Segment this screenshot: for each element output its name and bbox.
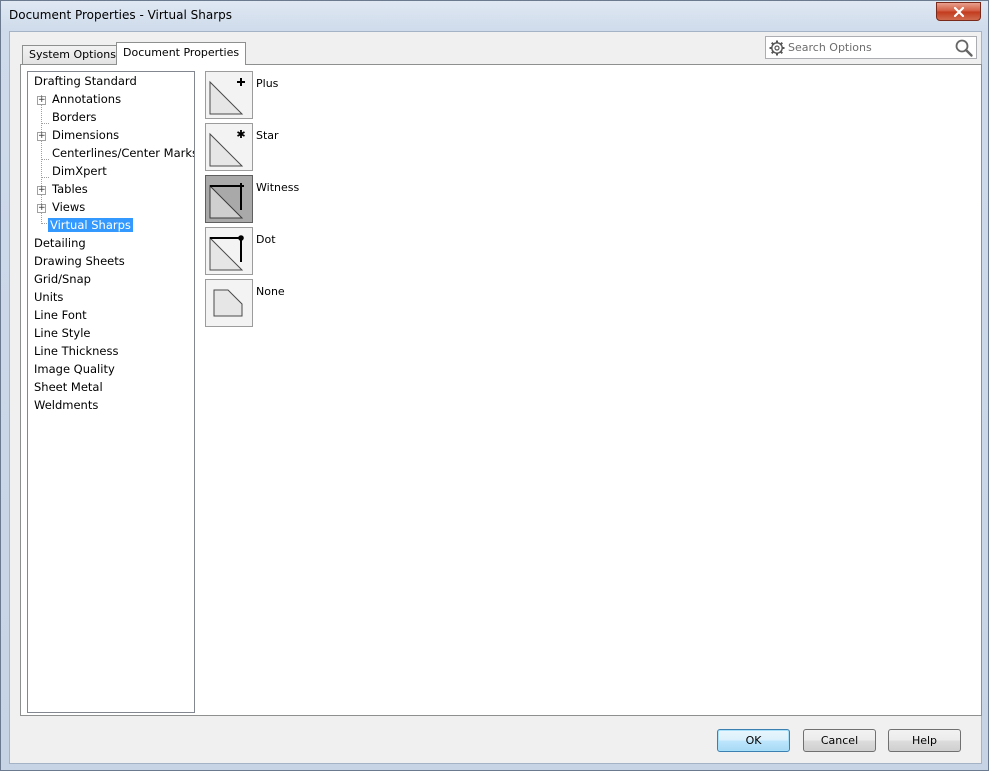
search-input[interactable]: Search Options bbox=[788, 41, 872, 54]
sharp-witness-label: Witness bbox=[256, 181, 300, 194]
expand-icon[interactable]: + bbox=[37, 96, 46, 105]
tree-item-borders[interactable]: Borders bbox=[50, 109, 99, 127]
tree-item-sheet-metal[interactable]: Sheet Metal bbox=[32, 379, 105, 397]
options-tree[interactable]: Drafting Standard + Annotations Borders … bbox=[27, 71, 195, 713]
tree-item-centerlines[interactable]: Centerlines/Center Marks bbox=[50, 145, 194, 163]
sharp-dot-label: Dot bbox=[256, 233, 276, 246]
help-button[interactable]: Help bbox=[888, 729, 961, 752]
tree-item-dimxpert[interactable]: DimXpert bbox=[50, 163, 109, 181]
virtual-sharp-witness-icon bbox=[209, 183, 244, 219]
expand-icon[interactable]: + bbox=[37, 204, 46, 213]
tree-guide-line bbox=[41, 159, 49, 160]
tree-item-image-quality[interactable]: Image Quality bbox=[32, 361, 117, 379]
ok-button[interactable]: OK bbox=[717, 729, 790, 752]
search-options-box[interactable]: Search Options bbox=[765, 36, 977, 59]
properties-panel: Drafting Standard + Annotations Borders … bbox=[20, 64, 982, 716]
sharp-witness-button[interactable] bbox=[205, 175, 253, 223]
virtual-sharp-plus-icon bbox=[209, 78, 245, 115]
tree-item-views[interactable]: Views bbox=[50, 199, 87, 217]
sharp-star-label: Star bbox=[256, 129, 279, 142]
tab-document-properties[interactable]: Document Properties bbox=[116, 42, 247, 65]
expand-icon[interactable]: + bbox=[37, 132, 46, 141]
document-properties-dialog: Document Properties - Virtual Sharps Sys… bbox=[0, 0, 989, 771]
tree-item-drawing-sheets[interactable]: Drawing Sheets bbox=[32, 253, 127, 271]
tree-item-line-font[interactable]: Line Font bbox=[32, 307, 89, 325]
tree-item-line-thickness[interactable]: Line Thickness bbox=[32, 343, 120, 361]
tree-item-tables[interactable]: Tables bbox=[50, 181, 90, 199]
window-title: Document Properties - Virtual Sharps bbox=[9, 8, 232, 22]
sharp-star-button[interactable] bbox=[205, 123, 253, 171]
tree-item-grid-snap[interactable]: Grid/Snap bbox=[32, 271, 93, 289]
search-icon[interactable] bbox=[954, 38, 974, 58]
virtual-sharp-dot-icon bbox=[209, 235, 244, 271]
title-bar[interactable]: Document Properties - Virtual Sharps bbox=[1, 1, 988, 31]
gear-icon[interactable] bbox=[768, 39, 786, 57]
tree-item-detailing[interactable]: Detailing bbox=[32, 235, 88, 253]
virtual-sharp-star-icon bbox=[209, 130, 245, 167]
virtual-sharp-none-icon bbox=[213, 289, 243, 317]
tab-system-options[interactable]: System Options bbox=[22, 45, 123, 64]
sharp-plus-label: Plus bbox=[256, 77, 279, 90]
tree-item-line-style[interactable]: Line Style bbox=[32, 325, 93, 343]
sharp-dot-button[interactable] bbox=[205, 227, 253, 275]
cancel-button[interactable]: Cancel bbox=[803, 729, 876, 752]
close-button[interactable] bbox=[936, 2, 981, 21]
sharp-none-button[interactable] bbox=[205, 279, 253, 327]
dialog-client-area: System Options Document Properties Searc… bbox=[9, 31, 982, 764]
tree-item-weldments[interactable]: Weldments bbox=[32, 397, 100, 415]
expand-icon[interactable]: + bbox=[37, 186, 46, 195]
sharp-none-label: None bbox=[256, 285, 285, 298]
tree-item-virtual-sharps[interactable]: Virtual Sharps bbox=[48, 217, 133, 235]
tree-item-units[interactable]: Units bbox=[32, 289, 65, 307]
tree-guide-line bbox=[41, 177, 49, 178]
close-icon bbox=[953, 6, 964, 17]
tree-item-drafting-standard[interactable]: Drafting Standard bbox=[32, 73, 139, 91]
tree-guide-line bbox=[41, 123, 49, 124]
sharp-plus-button[interactable] bbox=[205, 71, 253, 119]
tree-item-annotations[interactable]: Annotations bbox=[50, 91, 123, 109]
tree-item-dimensions[interactable]: Dimensions bbox=[50, 127, 121, 145]
